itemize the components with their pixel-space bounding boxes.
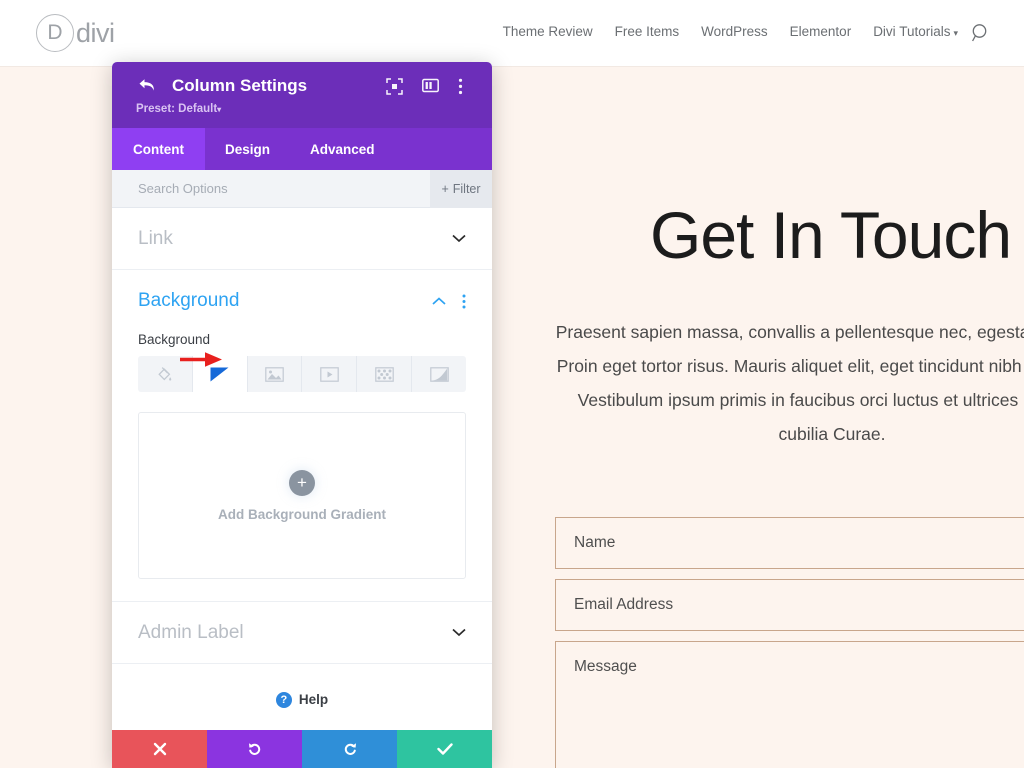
tab-content[interactable]: Content: [112, 128, 205, 170]
background-field-label: Background: [138, 332, 211, 347]
column-settings-modal: Column Settings Preset: Default▾ Content…: [112, 62, 492, 768]
tab-design[interactable]: Design: [205, 128, 290, 170]
undo-button[interactable]: [207, 730, 302, 768]
split-view-icon[interactable]: [422, 78, 440, 96]
filter-button-label: Filter: [452, 182, 481, 196]
divi-logo[interactable]: D divi: [36, 14, 115, 52]
preset-selector[interactable]: Preset: Default▾: [136, 103, 221, 115]
discard-changes-button[interactable]: [112, 730, 207, 768]
back-arrow-icon[interactable]: [138, 78, 156, 95]
undo-icon: [248, 743, 260, 755]
background-image-option[interactable]: [248, 356, 303, 392]
name-field[interactable]: Name: [555, 517, 1024, 569]
checkmark-icon: [436, 743, 453, 755]
search-input[interactable]: Search Options: [138, 181, 228, 196]
chevron-down-icon: ▾: [217, 105, 222, 114]
nav-item-divi-tutorials[interactable]: Divi Tutorials ▾: [873, 24, 958, 39]
redo-button[interactable]: [302, 730, 397, 768]
add-background-gradient-label: Add Background Gradient: [217, 506, 386, 522]
nav-item-theme-review[interactable]: Theme Review: [503, 24, 593, 39]
modal-tabs: Content Design Advanced: [112, 128, 492, 170]
nav-item-elementor[interactable]: Elementor: [790, 24, 852, 39]
preset-label: Preset: Default: [136, 103, 218, 115]
plus-icon[interactable]: +: [289, 469, 315, 496]
section-admin-label-title: Admin Label: [138, 621, 244, 643]
search-options-row: Search Options + Filter: [112, 170, 492, 208]
nav-item-divi-tutorials-label: Divi Tutorials: [873, 24, 951, 39]
intro-paragraph: Praesent sapien massa, convallis a pelle…: [555, 322, 1024, 444]
section-link[interactable]: Link: [112, 208, 492, 270]
help-label: Help: [298, 692, 329, 707]
nav-item-wordpress[interactable]: WordPress: [701, 24, 768, 39]
chevron-up-icon[interactable]: [432, 294, 446, 309]
section-background-header[interactable]: Background: [112, 270, 492, 332]
section-background-title: Background: [138, 290, 240, 311]
more-options-icon[interactable]: [458, 78, 476, 96]
plus-icon: +: [441, 182, 449, 196]
background-pattern-option[interactable]: [357, 356, 413, 392]
section-link-title: Link: [138, 227, 173, 249]
section-options-icon[interactable]: [462, 294, 466, 309]
help-row[interactable]: ? Help: [112, 664, 492, 730]
modal-header-icons: [386, 78, 476, 96]
background-color-option[interactable]: [138, 356, 193, 392]
modal-content-scroll[interactable]: Link Background Background + Add Backgro…: [112, 208, 492, 730]
add-background-gradient-area[interactable]: + Add Background Gradient: [138, 412, 466, 579]
section-background-controls: [432, 294, 466, 309]
filter-button[interactable]: + Filter: [430, 170, 492, 208]
message-field[interactable]: Message: [555, 641, 1024, 768]
divi-logo-text: divi: [76, 17, 115, 48]
redo-icon: [344, 743, 356, 755]
tab-advanced[interactable]: Advanced: [290, 128, 395, 170]
contact-form: Name Email Address Message: [555, 517, 1024, 768]
chevron-down-icon: ▾: [953, 28, 958, 38]
chevron-down-icon: [452, 231, 466, 246]
chevron-down-icon: [452, 625, 466, 640]
modal-action-bar: [112, 730, 492, 768]
modal-header: Column Settings Preset: Default▾: [112, 62, 492, 128]
save-changes-button[interactable]: [397, 730, 492, 768]
main-navigation: Theme Review Free Items WordPress Elemen…: [503, 24, 958, 39]
site-header: D divi Theme Review Free Items WordPress…: [0, 0, 1024, 66]
section-admin-label[interactable]: Admin Label: [112, 602, 492, 664]
page-title: Get In Touch: [650, 198, 1012, 272]
background-type-selector: [138, 356, 466, 392]
background-video-option[interactable]: [302, 356, 358, 392]
search-icon[interactable]: [970, 22, 992, 44]
screen-root: D divi Theme Review Free Items WordPress…: [0, 0, 1024, 768]
expand-view-icon[interactable]: [386, 78, 404, 96]
background-gradient-option[interactable]: [192, 356, 248, 392]
background-mask-option[interactable]: [412, 356, 466, 392]
email-field[interactable]: Email Address: [555, 579, 1024, 631]
nav-item-free-items[interactable]: Free Items: [615, 24, 680, 39]
help-icon: ?: [275, 691, 292, 708]
close-icon: [153, 742, 166, 756]
divi-logo-mark: D: [36, 14, 74, 52]
section-background: Background Background + Add Background G…: [112, 270, 492, 602]
modal-title: Column Settings: [172, 76, 308, 95]
